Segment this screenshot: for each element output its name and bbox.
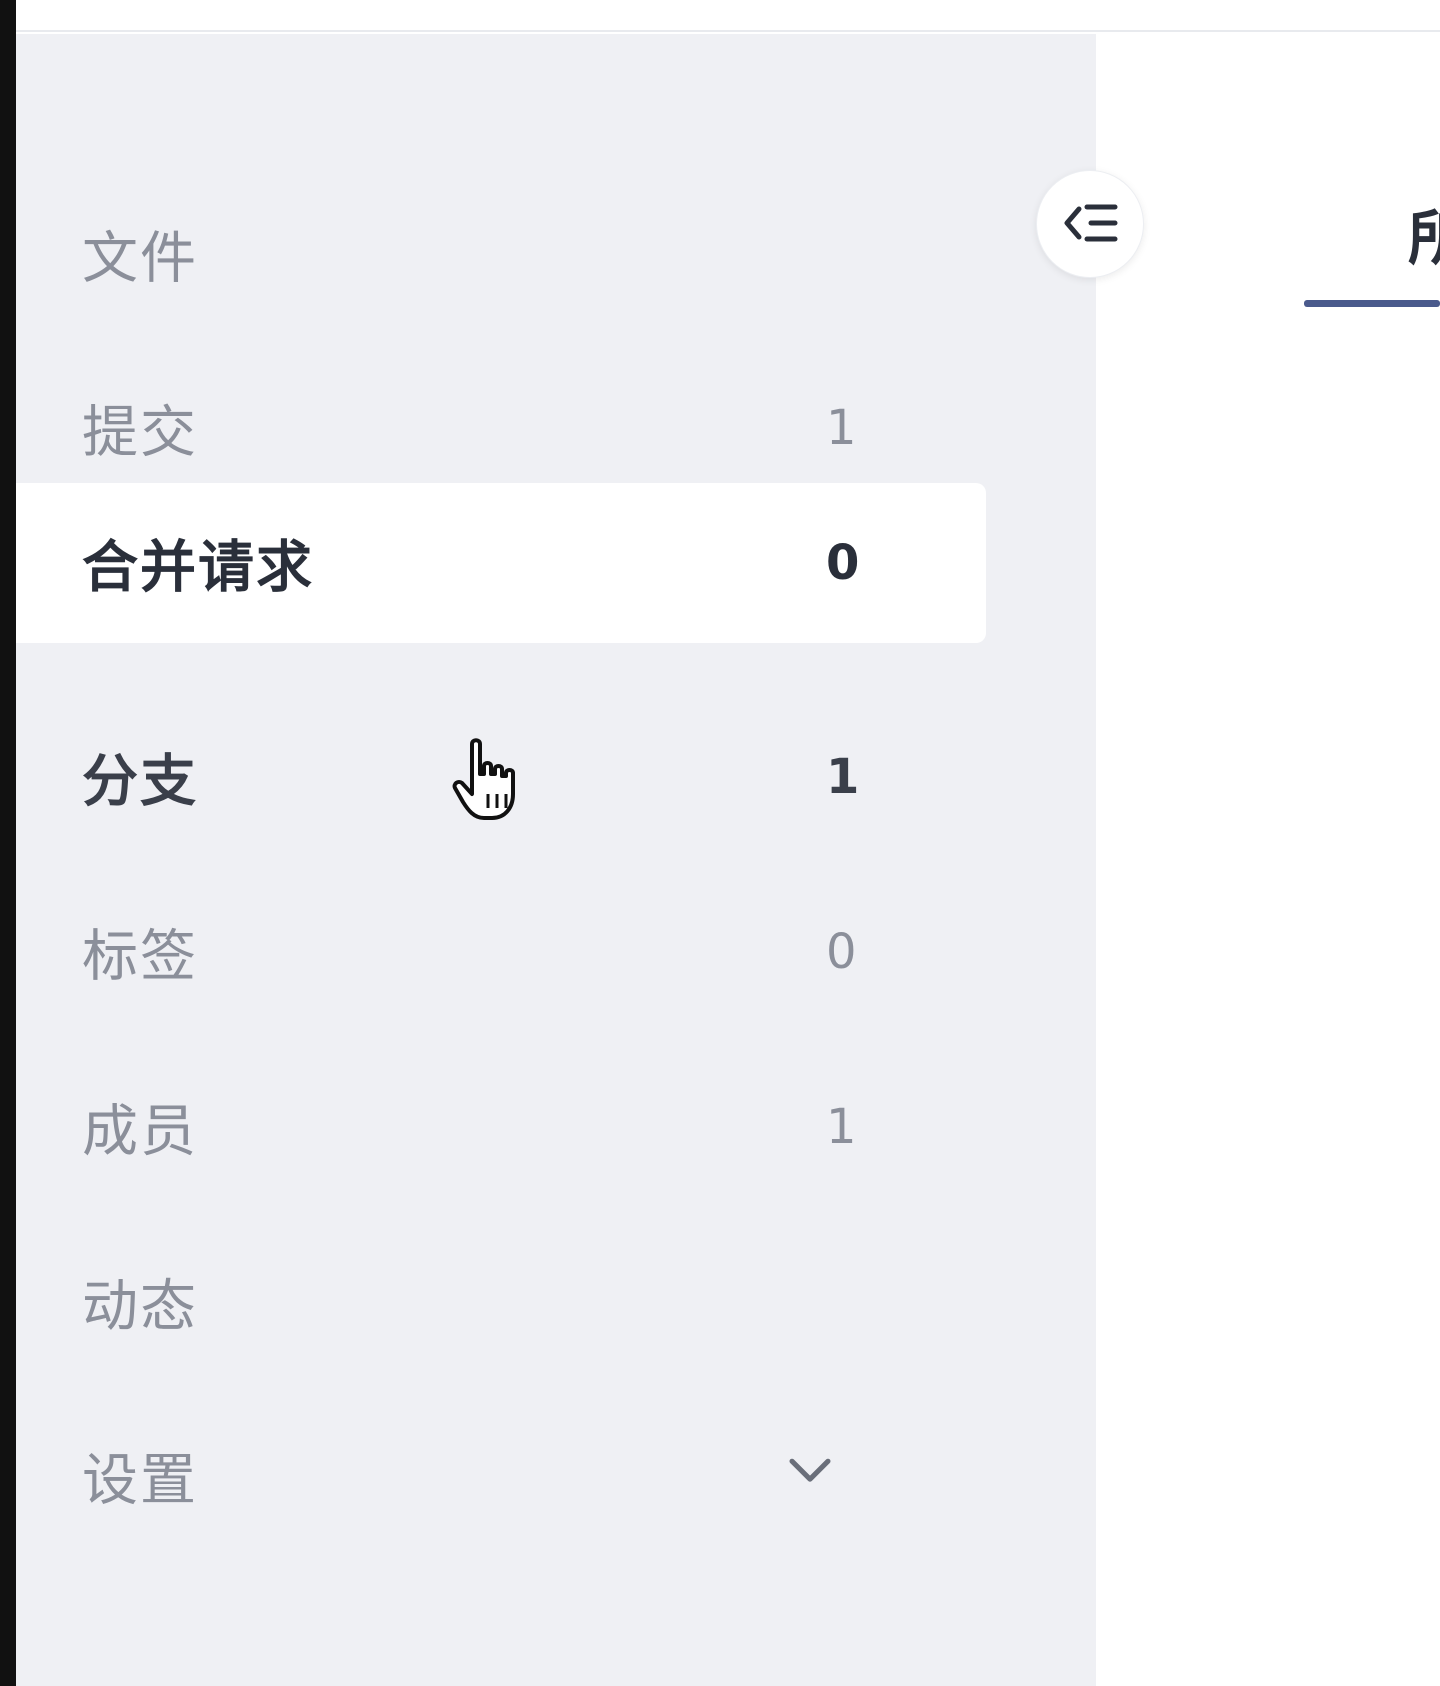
sidebar-item-count: 0 — [826, 924, 857, 980]
sidebar-item-files[interactable]: 文件 — [16, 174, 986, 334]
sidebar: 文件 提交 1 合并请求 0 分支 1 标签 0 成员 1 动态 设置 — [16, 34, 1096, 1686]
hand-cursor-icon — [452, 738, 515, 820]
sidebar-item-count: 1 — [826, 400, 857, 456]
chevron-down-icon[interactable] — [786, 1447, 834, 1495]
top-bar — [16, 0, 1440, 32]
sidebar-item-label: 文件 — [82, 226, 198, 292]
collapse-sidebar-button[interactable] — [1036, 170, 1144, 278]
tab-label: 所 — [1408, 204, 1440, 274]
sidebar-item-label: 设置 — [82, 1448, 198, 1514]
sidebar-item-merge-requests[interactable]: 合并请求 0 — [16, 483, 986, 643]
sidebar-item-label: 成员 — [82, 1099, 198, 1165]
sidebar-item-members[interactable]: 成员 1 — [16, 1047, 986, 1207]
tab-all[interactable]: 所 — [1304, 180, 1440, 310]
sidebar-item-label: 合并请求 — [82, 535, 314, 601]
sidebar-item-settings[interactable]: 设置 — [16, 1396, 986, 1556]
sidebar-item-label: 提交 — [82, 400, 198, 466]
window-edge — [0, 0, 16, 1686]
collapse-sidebar-icon — [1064, 204, 1118, 242]
sidebar-item-tags[interactable]: 标签 0 — [16, 872, 986, 1032]
sidebar-item-label: 动态 — [82, 1274, 198, 1340]
sidebar-item-label: 标签 — [82, 924, 198, 990]
sidebar-item-count: 1 — [826, 749, 860, 805]
sidebar-item-activity[interactable]: 动态 — [16, 1222, 986, 1382]
sidebar-item-label: 分支 — [82, 749, 198, 815]
tab-active-indicator — [1304, 300, 1440, 307]
sidebar-item-count: 0 — [826, 535, 860, 591]
sidebar-item-count: 1 — [826, 1099, 857, 1155]
